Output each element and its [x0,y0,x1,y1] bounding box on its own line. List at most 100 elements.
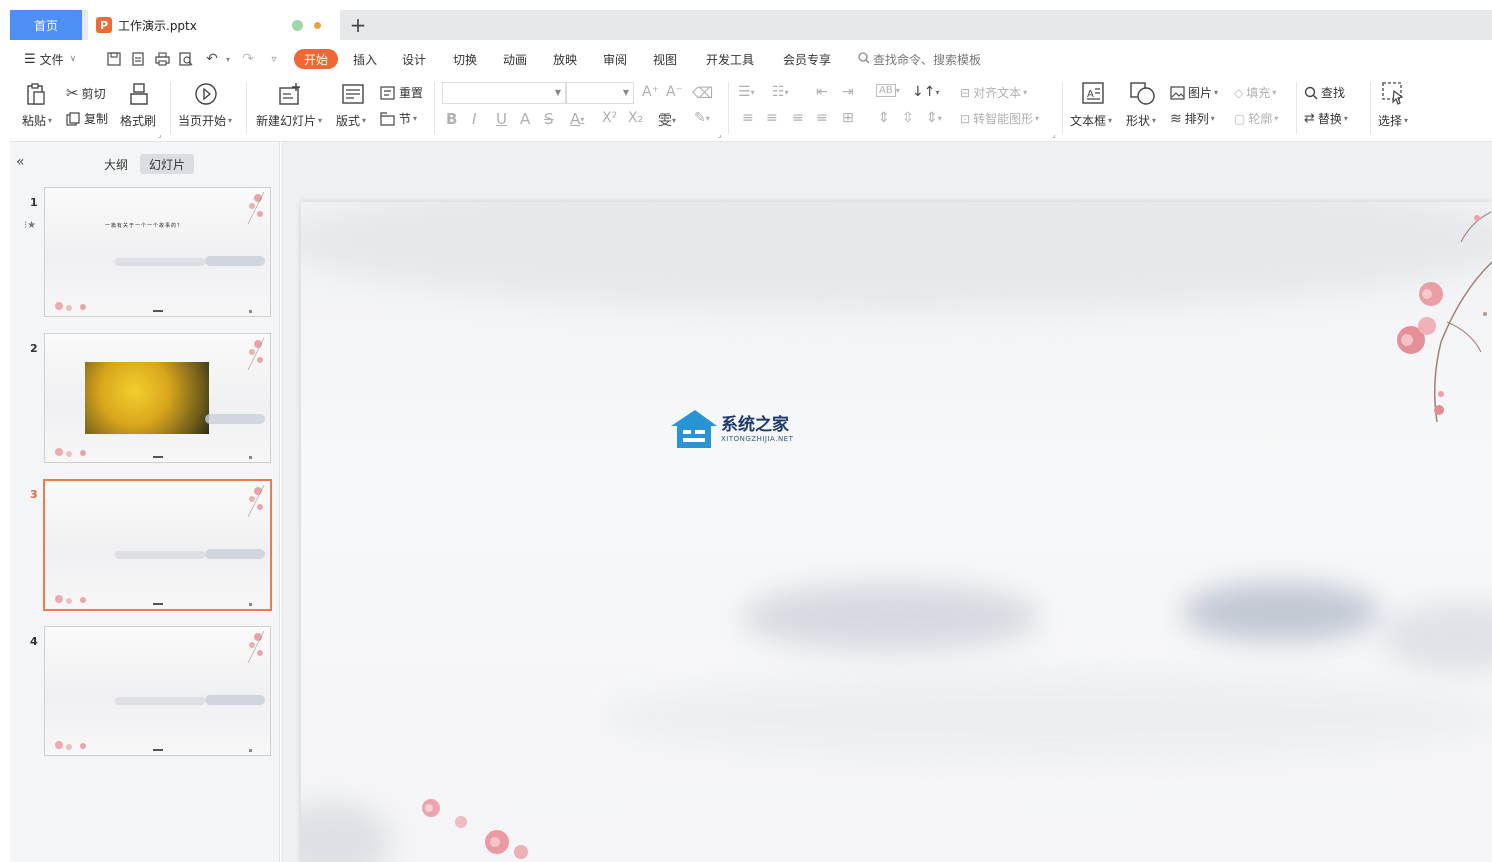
line-spacing-icon[interactable]: ⇕ [878,110,890,126]
textbox-icon[interactable]: A [1082,82,1104,104]
tab-transition[interactable]: 切换 [453,50,477,68]
slide-thumbnail-2[interactable] [44,333,271,463]
tab-member[interactable]: 会员专享 [783,50,831,68]
tab-animation[interactable]: 动画 [503,50,527,68]
tab-design[interactable]: 设计 [402,50,426,68]
phonetic-guide-icon[interactable]: 雯 ▾ [658,110,676,130]
layout-icon[interactable] [342,84,364,104]
ribbon-toolbar: 粘贴 ▾ ✂ 剪切 复制 格式刷 ⌟ 当页开始 ▾ 新建幻灯片 ▾ 版式 ▾ 重… [10,74,1492,142]
export-pdf-icon[interactable] [128,49,148,69]
print-preview-icon[interactable] [176,49,196,69]
mist-decoration [601,672,1492,762]
decrease-font-icon[interactable]: A⁻ [666,84,683,100]
paragraph-spacing-icon[interactable]: ⇳ [902,110,914,126]
underline-icon[interactable]: U [496,110,507,128]
cloud-sync-icon[interactable] [292,20,303,31]
reset-button[interactable]: 重置 [380,84,423,101]
redo-icon[interactable]: ↷ [238,49,258,69]
clear-format-icon[interactable]: ⌫ [692,84,713,102]
font-color-icon[interactable]: A ▾ [570,110,584,128]
fill-button[interactable]: ◇ 填充 ▾ [1234,84,1276,101]
tab-start[interactable]: 开始 [294,49,338,69]
paste-button[interactable]: 粘贴 ▾ [22,112,52,129]
format-painter-button[interactable]: 格式刷 [120,112,156,129]
tab-slides[interactable]: 幻灯片 [140,154,194,174]
arrange-button[interactable]: ≋ 排列 ▾ [1170,110,1215,127]
tab-home[interactable]: 首页 [10,10,82,40]
align-text-button[interactable]: ⊟ 对齐文本 ▾ [960,84,1027,101]
textbox-button[interactable]: 文本框 ▾ [1070,112,1112,129]
slide-thumbnail-3[interactable] [43,479,272,611]
select-icon[interactable] [1382,82,1406,106]
numbered-list-icon[interactable]: ☷ ▾ [772,84,789,100]
paragraph-expand-icon[interactable]: ⌟ [1052,130,1056,139]
find-button[interactable]: 查找 [1304,84,1345,101]
justify-icon[interactable]: ≡ [816,110,828,126]
sort-direction-icon[interactable]: ↓↑ ▾ [912,84,939,100]
align-center-icon[interactable]: ≡ [766,110,778,126]
save-icon[interactable] [104,49,124,69]
play-from-current-icon[interactable] [194,82,218,106]
slide-thumbnail-4[interactable] [44,626,271,756]
layout-button[interactable]: 版式 ▾ [336,112,366,129]
distribute-icon[interactable]: ⊞ [842,110,854,126]
font-expand-icon[interactable]: ⌟ [718,130,722,139]
watermark-logo: 系统之家 XITONGZHIJIA.NET [669,408,819,452]
tab-developer[interactable]: 开发工具 [706,50,754,68]
font-family-select[interactable]: ▼ [442,82,566,104]
new-tab-button[interactable]: + [344,10,372,40]
format-painter-icon[interactable] [128,82,150,106]
tab-document[interactable]: P 工作演示.pptx [88,10,340,40]
new-slide-button[interactable]: 新建幻灯片 ▾ [256,112,322,129]
tab-view[interactable]: 视图 [653,50,677,68]
file-menu[interactable]: ☰ 文件 ∨ [24,50,76,68]
command-search[interactable]: 查找命令、搜索模板 [858,50,981,68]
replace-button[interactable]: ⇄ 替换 ▾ [1304,110,1348,127]
paste-icon[interactable] [24,82,48,106]
hamburger-icon: ☰ [24,51,36,67]
chevron-down-icon: ∨ [69,54,77,64]
smartart-label: 转智能图形 [973,112,1034,126]
slide-number: 4 [30,635,38,648]
customize-quick-access-icon[interactable]: ▿ [264,49,284,69]
strikethrough-icon[interactable]: S [544,110,554,128]
tab-review[interactable]: 审阅 [603,50,627,68]
slide-thumbnail-1[interactable]: 一篇有关于一个一个故事的？ [44,187,271,317]
increase-indent-icon[interactable]: ⇥ [842,84,854,100]
superscript-icon[interactable]: X² [602,110,617,126]
increase-font-icon[interactable]: A⁺ [642,84,659,100]
decrease-indent-icon[interactable]: ⇤ [816,84,828,100]
collapse-panel-icon[interactable]: « [16,154,25,170]
blossom-decoration [247,338,265,371]
highlight-icon[interactable]: ✎ ▾ [694,110,710,126]
shape-icon[interactable] [1130,82,1156,106]
section-button[interactable]: 节 ▾ [380,110,417,127]
align-left-icon[interactable]: ≡ [742,110,754,126]
align-right-icon[interactable]: ≡ [792,110,804,126]
text-direction-icon[interactable]: AB ▾ [876,84,900,97]
cut-button[interactable]: ✂ 剪切 [66,84,106,102]
clipboard-expand-icon[interactable]: ⌟ [158,130,162,139]
new-slide-icon[interactable] [278,82,302,106]
font-size-select[interactable]: ▼ [566,82,634,104]
tab-insert[interactable]: 插入 [353,50,377,68]
print-icon[interactable] [152,49,172,69]
shape-button[interactable]: 形状 ▾ [1126,112,1156,129]
select-button[interactable]: 选择 ▾ [1378,112,1408,129]
undo-dropdown-icon[interactable]: ▾ [218,49,238,69]
text-shadow-icon[interactable]: A [520,110,530,128]
spacing-options-icon[interactable]: ⇕ ▾ [926,110,942,126]
subscript-icon[interactable]: X₂ [628,110,643,126]
smartart-button[interactable]: ⊡ 转智能图形 ▾ [960,110,1039,127]
tab-outline[interactable]: 大纲 [98,154,134,174]
picture-button[interactable]: 图片 ▾ [1170,84,1218,101]
bullet-list-icon[interactable]: ☰ ▾ [738,84,755,100]
copy-button[interactable]: 复制 [66,110,108,127]
italic-icon[interactable]: I [472,110,476,128]
bold-icon[interactable]: B [446,110,457,128]
current-slide[interactable]: 系统之家 XITONGZHIJIA.NET [301,202,1492,862]
outline-button[interactable]: ▢ 轮廓 ▾ [1234,110,1278,127]
slide-thumbnail-title: 一篇有关于一个一个故事的？ [105,223,184,229]
tab-slideshow[interactable]: 放映 [553,50,577,68]
play-from-current-button[interactable]: 当页开始 ▾ [178,112,232,129]
